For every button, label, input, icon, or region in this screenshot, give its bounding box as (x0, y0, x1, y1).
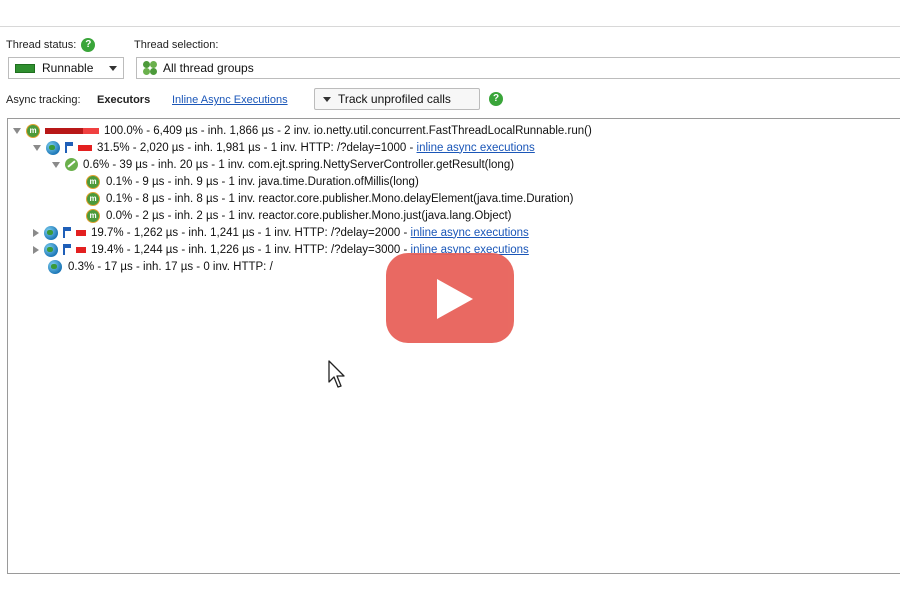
play-button[interactable] (386, 253, 514, 343)
async-tracking-mode: Executors (97, 94, 151, 106)
tree-row-text: 0.1% - 9 µs - inh. 9 µs - 1 inv. java.ti… (106, 175, 419, 188)
thread-selection-select[interactable]: All thread groups (136, 57, 900, 79)
tree-row-text: 100.0% - 6,409 µs - inh. 1,866 µs - 2 in… (104, 124, 592, 137)
play-icon (437, 279, 473, 319)
method-icon: m (86, 174, 100, 189)
inline-async-executions-link[interactable]: inline async executions (411, 227, 529, 239)
thread-selection-label: Thread selection: (134, 39, 219, 51)
http-request-icon (48, 259, 62, 274)
runnable-state-icon (15, 63, 35, 73)
async-flag-icon (63, 244, 71, 255)
http-request-icon (44, 225, 58, 240)
collapse-arrow-icon[interactable] (52, 161, 60, 168)
thread-group-icon (143, 61, 157, 75)
thread-status-label: Thread status: (6, 39, 77, 51)
http-request-icon (44, 242, 58, 257)
thread-status-select[interactable]: Runnable (8, 57, 124, 79)
tree-row[interactable]: m 0.1% - 9 µs - inh. 9 µs - 1 inv. java.… (86, 173, 419, 190)
percentage-bar (45, 127, 99, 134)
expand-arrow-icon[interactable] (33, 228, 39, 237)
method-icon: m (86, 191, 100, 206)
chevron-down-icon (109, 65, 117, 71)
percentage-bar (78, 144, 92, 151)
thread-selection-value: All thread groups (163, 61, 254, 75)
thread-status-value: Runnable (42, 61, 94, 75)
tree-row[interactable]: m 100.0% - 6,409 µs - inh. 1,866 µs - 2 … (13, 122, 592, 139)
collapse-arrow-icon[interactable] (33, 144, 41, 151)
percentage-bar (76, 229, 86, 236)
percentage-bar (76, 246, 86, 253)
tree-row-text: 0.3% - 17 µs - inh. 17 µs - 0 inv. HTTP:… (68, 260, 273, 273)
async-tracking-help-icon[interactable]: ? (489, 92, 503, 106)
tree-row[interactable]: m 0.1% - 8 µs - inh. 8 µs - 1 inv. react… (86, 190, 574, 207)
mouse-cursor-icon (328, 360, 345, 388)
tree-row[interactable]: 31.5% - 2,020 µs - inh. 1,981 µs - 1 inv… (33, 139, 535, 156)
tree-row-text: 19.7% - 1,262 µs - inh. 1,241 µs - 1 inv… (91, 226, 411, 239)
async-flag-icon (65, 142, 73, 153)
tree-row-text: 31.5% - 2,020 µs - inh. 1,981 µs - 1 inv… (97, 141, 417, 154)
inline-async-executions-link[interactable]: inline async executions (417, 142, 535, 154)
thread-status-label-group: Thread status: ? (6, 38, 96, 52)
http-request-icon (46, 140, 60, 155)
async-flag-icon (63, 227, 71, 238)
tree-row-text: 0.6% - 39 µs - inh. 20 µs - 1 inv. com.e… (83, 158, 515, 171)
tree-row-text: 0.1% - 8 µs - inh. 8 µs - 1 inv. reactor… (106, 192, 574, 205)
track-unprofiled-calls-button[interactable]: Track unprofiled calls (314, 88, 480, 110)
spring-icon (65, 158, 78, 171)
method-icon: m (26, 123, 40, 138)
tree-row-text: 19.4% - 1,244 µs - inh. 1,226 µs - 1 inv… (91, 243, 411, 256)
tree-row[interactable]: 19.7% - 1,262 µs - inh. 1,241 µs - 1 inv… (33, 224, 529, 241)
tree-row-text: 0.0% - 2 µs - inh. 2 µs - 1 inv. reactor… (106, 209, 512, 222)
inline-async-executions-link[interactable]: Inline Async Executions (172, 94, 288, 106)
tree-row[interactable]: m 0.0% - 2 µs - inh. 2 µs - 1 inv. react… (86, 207, 512, 224)
method-icon: m (86, 208, 100, 223)
thread-status-help-icon[interactable]: ? (81, 38, 96, 52)
dropdown-arrow-icon (323, 96, 331, 102)
tree-row[interactable]: 0.3% - 17 µs - inh. 17 µs - 0 inv. HTTP:… (48, 258, 273, 275)
collapse-arrow-icon[interactable] (13, 127, 21, 134)
async-tracking-label: Async tracking: (6, 94, 81, 106)
expand-arrow-icon[interactable] (33, 245, 39, 254)
tree-row[interactable]: 0.6% - 39 µs - inh. 20 µs - 1 inv. com.e… (52, 156, 514, 173)
track-unprofiled-calls-label: Track unprofiled calls (338, 92, 451, 106)
